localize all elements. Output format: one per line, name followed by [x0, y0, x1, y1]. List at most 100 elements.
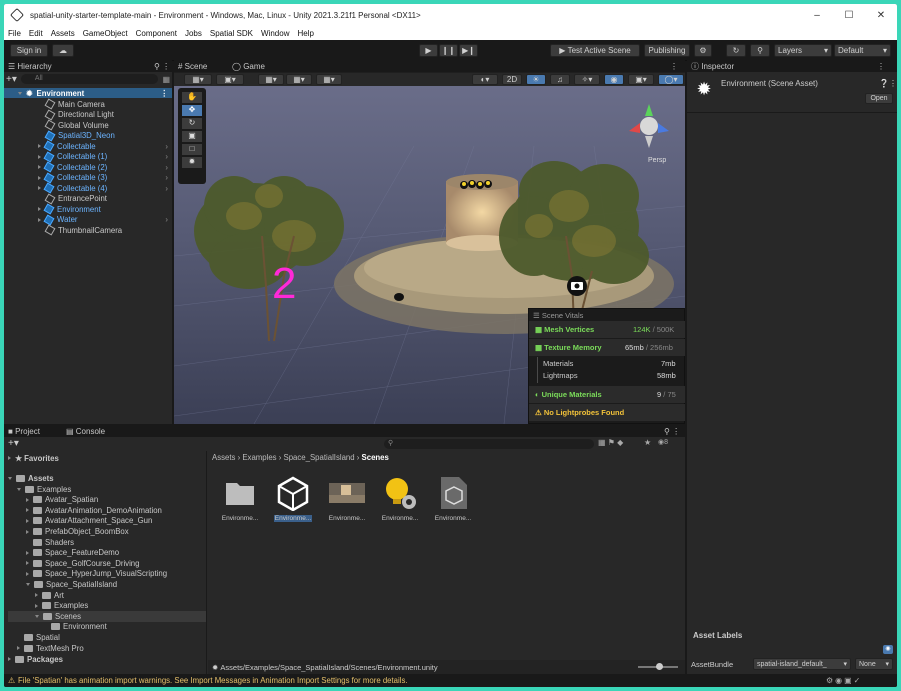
asset-environment-scene[interactable]: Environme...	[270, 475, 316, 522]
project-folder-row[interactable]: Art	[35, 590, 64, 600]
project-folder-row[interactable]: Space_GolfCourse_Driving	[26, 558, 139, 568]
expand-arrow-icon[interactable]	[26, 583, 30, 587]
assets-root-row[interactable]: Assets	[8, 473, 54, 483]
layers-dropdown[interactable]: Layers ▾	[774, 44, 832, 57]
expand-arrow-icon[interactable]	[8, 456, 11, 461]
packages-row[interactable]: Packages	[8, 654, 63, 664]
toggle-2d-button[interactable]: 2D	[502, 74, 522, 85]
audio-icon[interactable]: ♫	[550, 74, 570, 85]
expand-arrow-icon[interactable]	[26, 508, 29, 513]
menu-edit[interactable]: Edit	[25, 29, 47, 38]
filter-icon[interactable]: ▦	[162, 75, 170, 84]
hierarchy-item[interactable]: Directional Light	[4, 109, 172, 121]
asset-environment-settings[interactable]: Environme...	[377, 475, 423, 522]
project-folder-row[interactable]: Spatial	[17, 632, 60, 642]
transform-tool-icon[interactable]: ✹	[182, 157, 202, 168]
play-button[interactable]: ▶	[419, 44, 438, 57]
expand-arrow-icon[interactable]	[38, 207, 41, 212]
menu-gameobject[interactable]: GameObject	[79, 29, 132, 38]
pause-button[interactable]: ❙❙	[439, 44, 458, 57]
expand-arrow-icon[interactable]	[26, 497, 29, 502]
label-icon[interactable]: ◉	[883, 645, 893, 654]
test-active-scene-button[interactable]: ▶ Test Active Scene	[550, 44, 640, 57]
expand-arrow-icon[interactable]	[17, 646, 20, 651]
expand-arrow-icon[interactable]	[38, 175, 41, 180]
menu-jobs[interactable]: Jobs	[181, 29, 206, 38]
chevron-right-icon[interactable]: ›	[165, 152, 168, 161]
project-folder-row[interactable]: Examples	[35, 601, 88, 611]
cloud-icon[interactable]: ☁	[52, 44, 74, 57]
layout-dropdown[interactable]: Default ▾	[834, 44, 891, 57]
hierarchy-item[interactable]: Global Volume	[4, 119, 172, 131]
step-button[interactable]: ▶❙	[459, 44, 478, 57]
chevron-right-icon[interactable]: ›	[165, 184, 168, 193]
hierarchy-item[interactable]: Main Camera	[4, 98, 172, 110]
menu-component[interactable]: Component	[132, 29, 181, 38]
tab-inspector[interactable]: ⓘ Inspector	[691, 60, 734, 72]
expand-arrow-icon[interactable]	[17, 487, 21, 491]
menu-file[interactable]: File	[4, 29, 25, 38]
camera-dropdown[interactable]: ▣▾	[628, 74, 654, 85]
rect-tool-icon[interactable]: □	[182, 144, 202, 155]
project-folder-row[interactable]: Examples	[17, 484, 71, 494]
expand-arrow-icon[interactable]	[38, 217, 41, 222]
hierarchy-item[interactable]: Environment	[4, 203, 172, 215]
project-folder-row[interactable]: PrefabObject_BoomBox	[26, 526, 129, 536]
expand-arrow-icon[interactable]	[18, 91, 22, 95]
sign-in-button[interactable]: Sign in	[10, 44, 48, 57]
open-button[interactable]: Open	[865, 93, 893, 104]
menu-window[interactable]: Window	[257, 29, 293, 38]
expand-arrow-icon[interactable]	[26, 550, 29, 555]
minimize-icon[interactable]: –	[801, 4, 833, 26]
effects-dropdown[interactable]: ✧▾	[574, 74, 600, 85]
increment-snap-dropdown[interactable]: ▦▾	[316, 74, 342, 85]
hierarchy-item[interactable]: EntrancePoint	[4, 193, 172, 205]
asset-environment-lighting[interactable]: Environme...	[324, 475, 370, 522]
asset-environment-file[interactable]: Environme...	[430, 475, 476, 522]
project-folder-row[interactable]: Space_HyperJump_VisualScripting	[26, 569, 167, 579]
gizmos-dropdown[interactable]: ◯▾	[658, 74, 684, 85]
breadcrumb-space-spatialisland[interactable]: Space_SpatialIsland	[284, 453, 355, 462]
hierarchy-item[interactable]: Collectable (1) ›	[4, 151, 172, 163]
help-icon[interactable]: ❔⋮	[879, 79, 897, 88]
chevron-right-icon[interactable]: ›	[165, 142, 168, 151]
search-filter-icons[interactable]: ▦ ⚑ ◆	[598, 438, 623, 447]
rotate-tool-icon[interactable]: ↻	[182, 118, 202, 129]
add-icon[interactable]: +▾	[6, 74, 17, 85]
close-icon[interactable]: ✕	[865, 4, 897, 26]
asset-environment-folder[interactable]: Environme...	[217, 475, 263, 522]
scene-visibility-icon[interactable]: ◉	[604, 74, 624, 85]
expand-arrow-icon[interactable]	[35, 603, 38, 608]
hierarchy-item[interactable]: Water ›	[4, 214, 172, 226]
hierarchy-item[interactable]: ThumbnailCamera	[4, 224, 172, 236]
tab-project[interactable]: ■ Project	[8, 425, 40, 437]
hierarchy-item[interactable]: Collectable (2) ›	[4, 161, 172, 173]
more-icon[interactable]: ⋮	[160, 89, 168, 98]
project-folder-row[interactable]: AvatarAnimation_DemoAnimation	[26, 505, 162, 515]
menu-assets[interactable]: Assets	[47, 29, 79, 38]
render-mode-dropdown[interactable]: ▣▾	[216, 74, 244, 85]
hierarchy-item[interactable]: Spatial3D_Neon	[4, 130, 172, 142]
status-message[interactable]: File 'Spatian' has animation import warn…	[18, 676, 408, 685]
breadcrumb-scenes[interactable]: Scenes	[362, 453, 389, 462]
rotation-icon[interactable]: ◐▾	[472, 74, 498, 85]
move-tool-icon[interactable]: ✥	[182, 105, 202, 116]
hierarchy-item[interactable]: Collectable (3) ›	[4, 172, 172, 184]
project-folder-row[interactable]: AvatarAttachment_Space_Gun	[26, 516, 152, 526]
chevron-right-icon[interactable]: ›	[165, 173, 168, 182]
history-icon[interactable]: ↻	[726, 44, 746, 57]
maximize-icon[interactable]: ☐	[833, 4, 865, 26]
project-folder-row[interactable]: Avatar_Spatian	[26, 495, 98, 505]
expand-arrow-icon[interactable]	[38, 144, 41, 149]
expand-arrow-icon[interactable]	[35, 614, 39, 618]
project-folder-row[interactable]: Space_SpatialIsland	[26, 579, 117, 589]
expand-arrow-icon[interactable]	[26, 571, 29, 576]
expand-arrow-icon[interactable]	[8, 476, 12, 480]
project-folder-row[interactable]: Scenes	[8, 611, 206, 622]
hierarchy-root-row[interactable]: ✹ Environment ⋮	[4, 88, 172, 99]
lock-icon[interactable]: ⚲ ⋮	[664, 425, 680, 437]
publishing-button[interactable]: Publishing	[644, 44, 690, 57]
tab-scene[interactable]: # Scene	[178, 60, 207, 72]
project-folder-row[interactable]: Space_FeatureDemo	[26, 548, 119, 558]
more-icon[interactable]: ⋮	[670, 60, 678, 72]
